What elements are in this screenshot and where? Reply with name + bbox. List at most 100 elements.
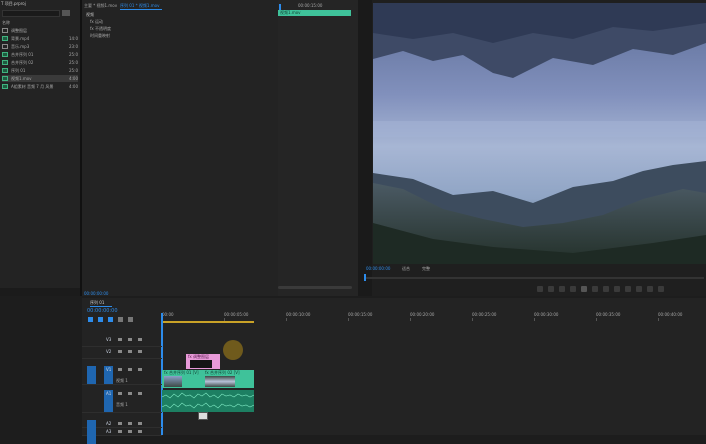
quality-dropdown[interactable]: 完整 [422,266,430,271]
effect-row-time-remap[interactable]: 时间重映射 [90,33,110,38]
video-clip-a[interactable]: fx 合并序列 01 [V] [162,370,203,388]
project-item-name: 合并序列 02 [11,60,34,65]
go-to-out-icon[interactable] [603,286,609,292]
export-frame-icon[interactable] [636,286,642,292]
go-to-in-icon[interactable] [559,286,565,292]
audio-clip-a1[interactable] [162,390,254,412]
timeline-tab-underline [90,306,112,307]
project-item-duration: 23:0 [69,44,78,49]
ruler-tick-label: 00:00:20:00 [410,312,435,317]
project-list-item[interactable]: 视频1.mov 4:00 [2,75,78,82]
tab-source[interactable]: 主要 * 视频1.mov [84,3,117,8]
project-item-duration: 4:00 [69,76,78,81]
project-list-item[interactable]: A组素材 音频 7 月 风景 4:00 [2,83,78,90]
track-name: A3 [106,429,112,434]
marker-icon[interactable] [118,317,123,322]
effect-row-opacity[interactable]: fx 不透明度 [90,26,111,31]
source-patch-v1[interactable] [87,366,96,384]
ruler-tick [658,318,659,321]
compare-icon[interactable] [647,286,653,292]
audio-icon[interactable] [198,412,208,420]
track-header-v2[interactable]: V2 [82,348,162,359]
ruler-tick [596,318,597,321]
lock-icon[interactable] [118,338,122,341]
ruler-tick-label: 00:00:15:00 [348,312,373,317]
fit-dropdown[interactable]: 适合 [402,266,410,271]
play-icon[interactable] [581,286,587,292]
eye-icon[interactable] [128,392,132,395]
mini-scrollbar[interactable] [278,286,352,289]
eye-icon[interactable] [128,338,132,341]
project-search-input[interactable] [2,10,60,17]
project-list-item[interactable]: 调整图层 [2,27,78,34]
effect-row-motion[interactable]: fx 运动 [90,19,103,24]
extract-icon[interactable] [625,286,631,292]
mute-icon[interactable] [138,430,142,433]
timeline-tab[interactable]: 序列 01 [90,300,104,305]
project-item-name: 音乐.mp3 [11,44,30,49]
eye-icon[interactable] [128,368,132,371]
effect-controls-panel: 主要 * 视频1.mov 序列 01 * 视频1.mov 视频 fx 运动 fx… [82,0,351,296]
project-list-item[interactable]: 序列 01 25:0 [2,67,78,74]
project-list-item[interactable]: 背景.mp4 14:0 [2,35,78,42]
lock-icon[interactable] [118,392,122,395]
adjustment-layer-clip[interactable]: fx 调整图层 [186,354,220,369]
program-timecode[interactable]: 00:00:00:00 [366,266,390,271]
add-button-icon[interactable] [658,286,664,292]
lock-icon[interactable] [118,368,122,371]
step-back-icon[interactable] [570,286,576,292]
eye-icon[interactable] [128,350,132,353]
eye-icon[interactable] [128,422,132,425]
video-clip-b[interactable]: fx 合并序列 02 [V] [203,370,254,388]
source-patch-a1[interactable] [87,420,96,444]
ruler-tick-label: 00:00:10:00 [286,312,311,317]
mark-in-icon[interactable] [537,286,543,292]
adjustment-clip-label: fx 调整图层 [188,354,210,359]
video-clip-b-label: fx 合并序列 02 [V] [205,370,240,375]
work-area-bar[interactable] [162,321,254,323]
project-item-name: 合并序列 01 [11,52,34,57]
mute-icon[interactable] [138,338,142,341]
ruler-tick [534,318,535,321]
ruler-tick [348,318,349,321]
track-name: V3 [106,337,112,342]
search-icon[interactable] [62,10,70,16]
section-video-header: 视频 [86,12,94,17]
linked-selection-icon[interactable] [98,317,103,322]
mark-out-icon[interactable] [548,286,554,292]
mini-clip-bar[interactable]: 视频1.mov [278,10,351,16]
ruler-tick-label: 00:00 [162,312,174,317]
lock-icon[interactable] [118,350,122,353]
program-scrub-bar[interactable] [364,277,704,279]
add-marker-icon[interactable] [108,317,113,322]
project-bottom-bar [0,288,80,296]
mute-icon[interactable] [138,392,142,395]
timeline-timecode[interactable]: 00:00:00:00 [87,309,118,314]
mute-icon[interactable] [138,368,142,371]
v1-track-label: 视频 1 [116,378,128,383]
column-header-name[interactable]: 名称 [2,20,10,25]
lock-icon[interactable] [118,422,122,425]
snap-icon[interactable] [88,317,93,322]
ruler-tick-label: 00:00:30:00 [534,312,559,317]
audio-item-icon [2,44,8,49]
ruler-tick-label: 00:00:25:00 [472,312,497,317]
program-playhead[interactable] [364,274,366,281]
project-list-item[interactable]: 合并序列 01 25:0 [2,51,78,58]
track-header-v3[interactable]: V3 [82,336,162,347]
project-list-item[interactable]: 合并序列 02 25:0 [2,59,78,66]
project-item-duration: 4:00 [69,84,78,89]
eye-icon[interactable] [128,430,132,433]
project-item-name: 序列 01 [11,68,26,73]
project-panel: T 项目.prproj 名称 调整图层 背景.mp4 14:0 音乐.mp3 23:0 合… [0,0,80,296]
project-list-item[interactable]: 音乐.mp3 23:0 [2,43,78,50]
tab-effect-controls[interactable]: 序列 01 * 视频1.mov [120,3,159,8]
ruler-tick [472,318,473,321]
wrench-icon[interactable] [128,317,133,322]
effect-controls-timecode[interactable]: 00:00:00:00 [84,291,108,296]
lock-icon[interactable] [118,430,122,433]
step-forward-icon[interactable] [592,286,598,292]
mute-icon[interactable] [138,422,142,425]
lift-icon[interactable] [614,286,620,292]
mute-icon[interactable] [138,350,142,353]
